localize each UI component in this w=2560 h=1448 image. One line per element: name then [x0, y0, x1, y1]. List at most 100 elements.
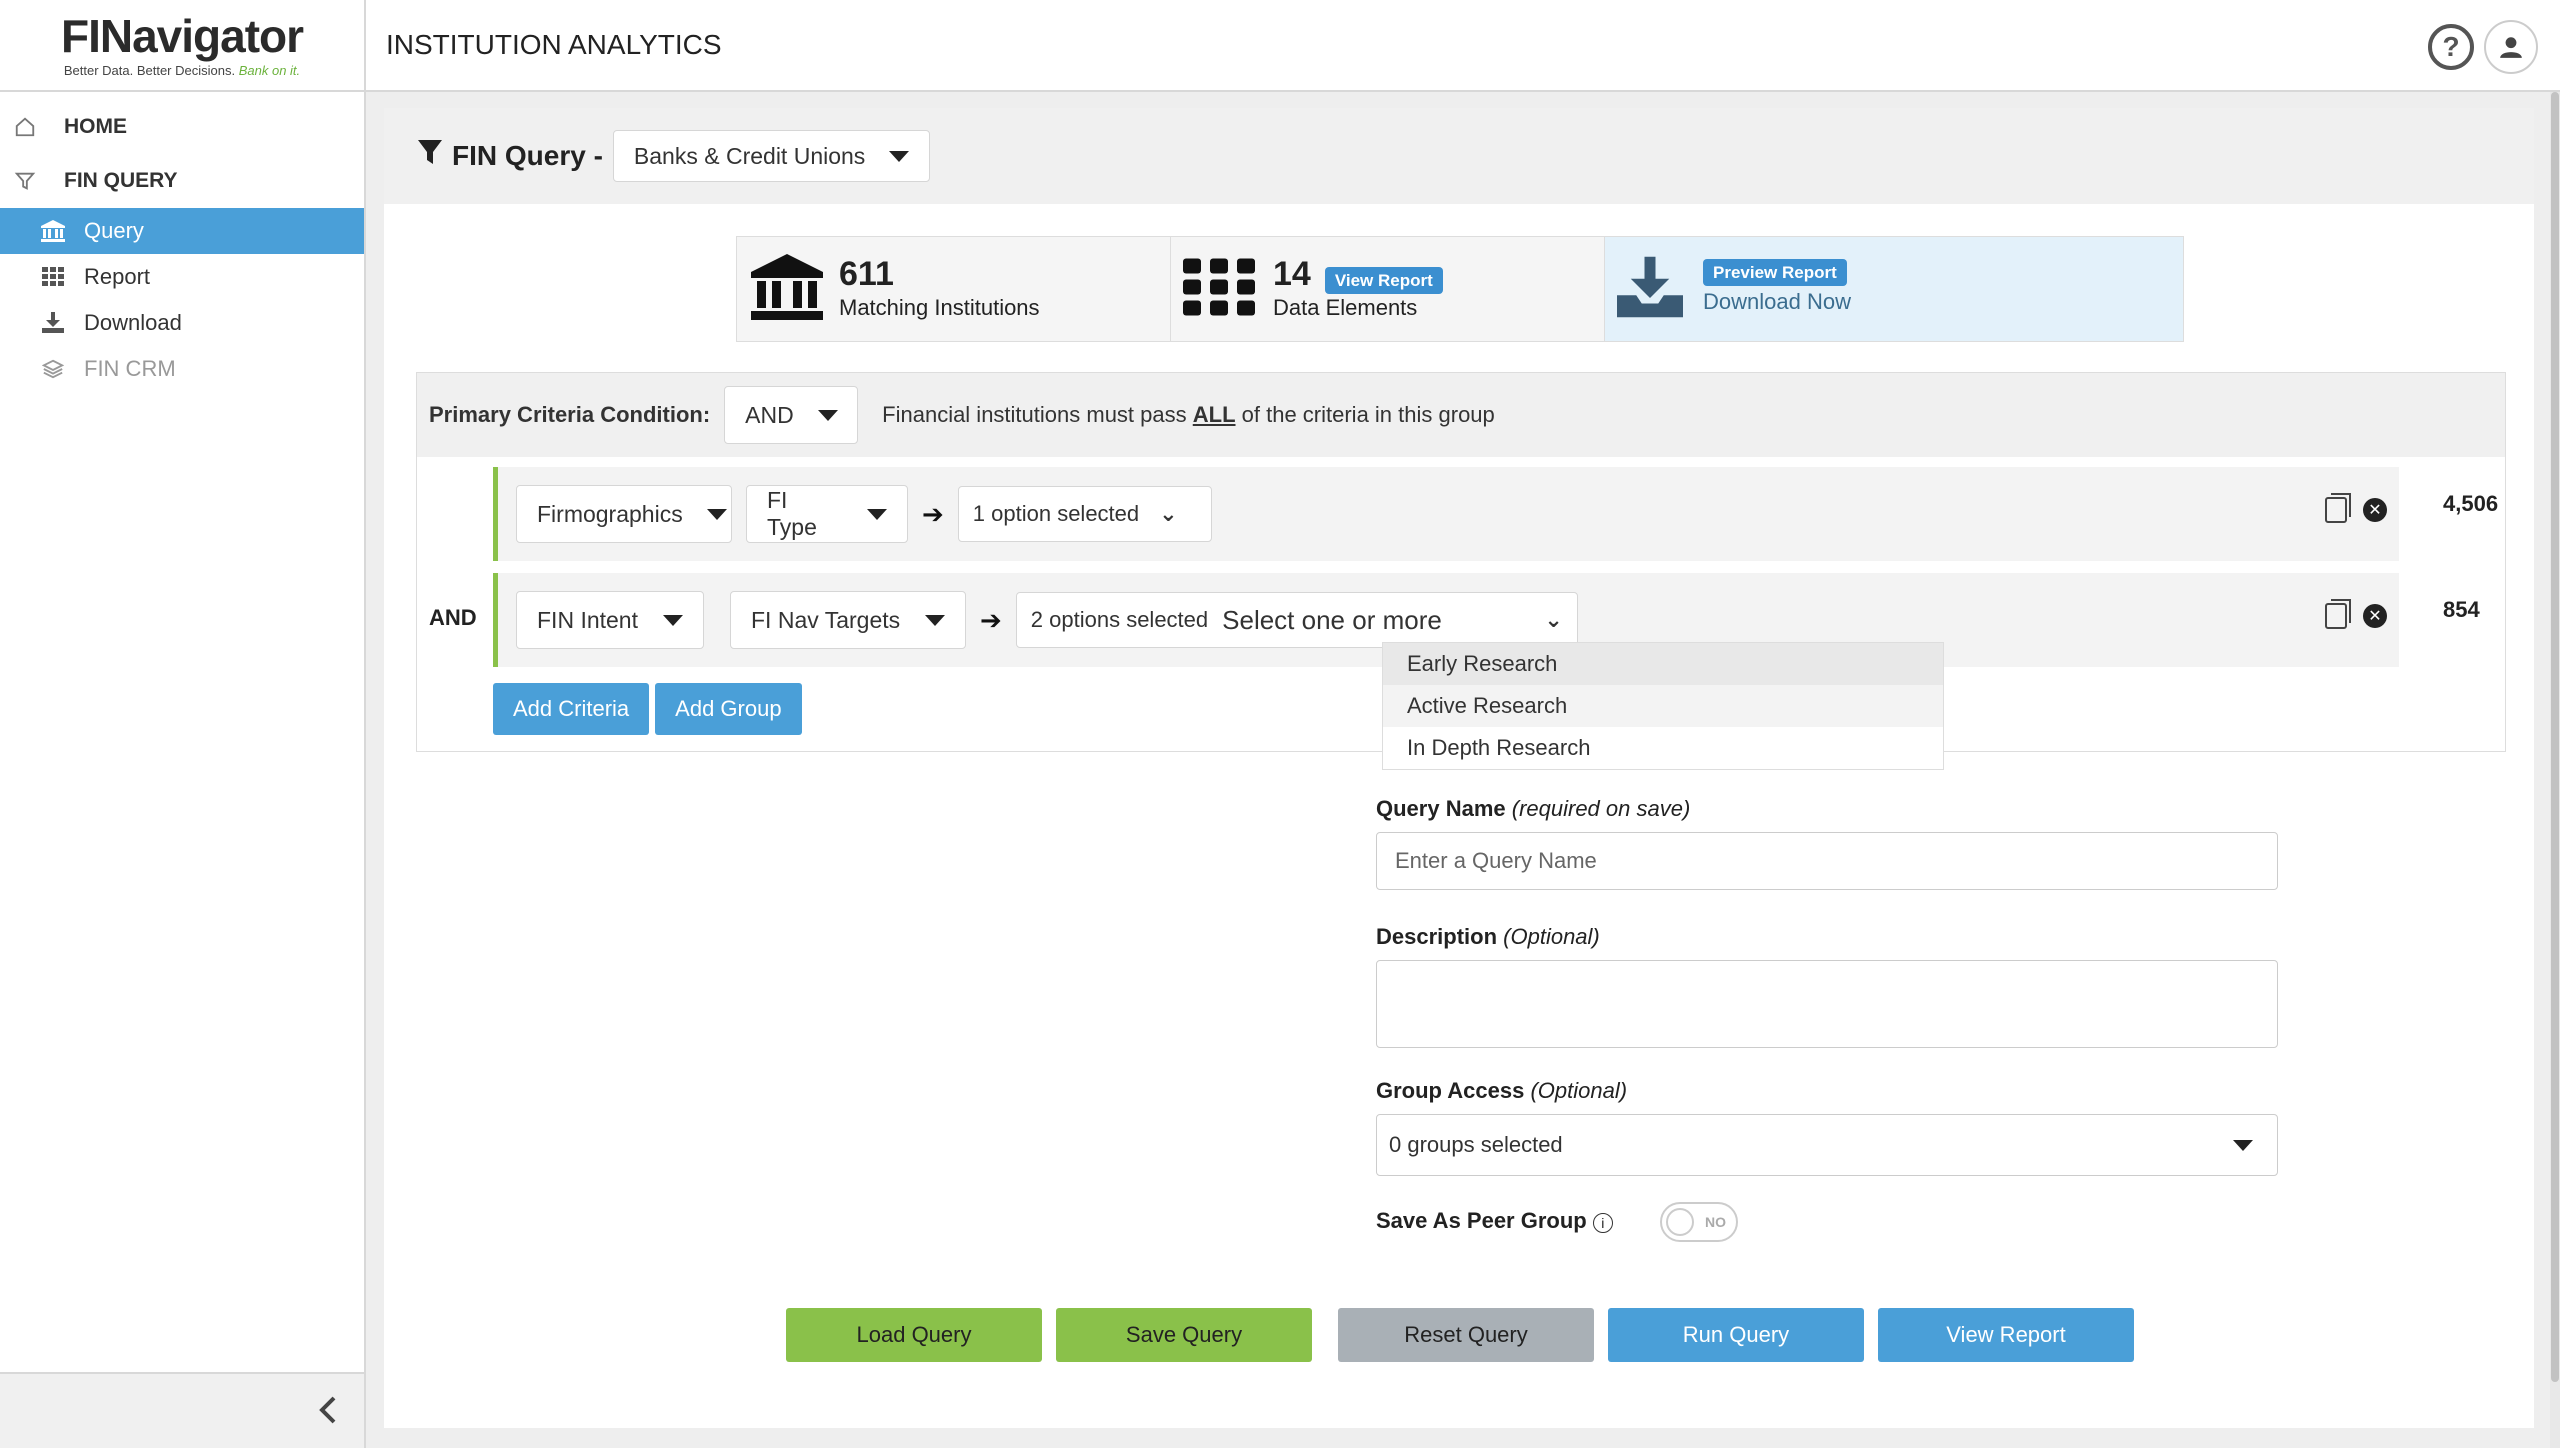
copy-icon[interactable]	[2325, 599, 2351, 629]
matching-count: 611	[839, 255, 894, 293]
field-select[interactable]: FI Type	[746, 485, 908, 543]
description-label: Description (Optional)	[1376, 924, 1600, 949]
sidebar-item-label: FIN CRM	[84, 356, 176, 381]
institution-icon	[751, 253, 823, 325]
scrollbar[interactable]	[2550, 92, 2560, 1448]
stat-elements: 14 View Report Data Elements	[1171, 237, 1605, 341]
grid-icon	[1183, 258, 1255, 321]
elements-label: Data Elements	[1273, 295, 1418, 320]
load-query-button[interactable]: Load Query	[786, 1308, 1042, 1362]
universe-select[interactable]: Banks & Credit Unions	[612, 130, 931, 182]
double-chevron-down-icon: ⌄	[1159, 501, 1178, 526]
sidebar-item-label: Download	[84, 310, 182, 335]
category-select[interactable]: FIN Intent	[516, 591, 704, 649]
grid-icon	[40, 264, 66, 290]
download-tray-icon	[1617, 256, 1683, 323]
add-criteria-button[interactable]: Add Criteria	[493, 683, 650, 735]
add-group-button[interactable]: Add Group	[655, 683, 802, 735]
scrollbar-thumb[interactable]	[2551, 92, 2559, 1382]
view-report-button[interactable]: View Report	[1878, 1308, 2134, 1362]
copy-icon[interactable]	[2325, 493, 2351, 523]
peer-group-toggle[interactable]: NO	[1660, 1202, 1738, 1242]
save-query-button[interactable]: Save Query	[1056, 1308, 1312, 1362]
arrow-right-icon: ➔	[922, 498, 944, 529]
page-title: INSTITUTION ANALYTICS	[386, 29, 722, 60]
info-icon[interactable]: i	[1592, 1213, 1613, 1233]
description-textarea[interactable]	[1376, 960, 2278, 1048]
query-name-input[interactable]: Enter a Query Name	[1376, 832, 2278, 890]
query-header: FIN Query - Banks & Credit Unions	[384, 108, 2534, 204]
filter-icon	[12, 168, 38, 194]
sidebar-item-query[interactable]: Query	[0, 208, 364, 254]
peer-group-label: Save As Peer Group i	[1376, 1208, 1613, 1234]
logo-suffix: Navigator	[99, 9, 304, 62]
caret-down-icon	[867, 508, 887, 520]
sidebar-item-label: Query	[84, 218, 144, 243]
preview-report-badge[interactable]: Preview Report	[1703, 259, 1847, 286]
caret-down-icon	[663, 614, 683, 626]
nav-fin-query-label: FIN QUERY	[64, 169, 178, 192]
reset-query-button[interactable]: Reset Query	[1338, 1308, 1594, 1362]
nav-fin-query[interactable]: FIN QUERY	[0, 154, 364, 208]
chevron-left-icon[interactable]	[318, 1396, 338, 1432]
multiselect-placeholder: Select one or more	[1222, 604, 1442, 635]
nav-home[interactable]: HOME	[0, 100, 364, 154]
filter-icon	[418, 139, 442, 173]
group-access-label: Group Access (Optional)	[1376, 1078, 1628, 1103]
arrow-right-icon: ➔	[980, 604, 1002, 635]
elements-count: 14	[1273, 255, 1311, 293]
matching-label: Matching Institutions	[839, 295, 1040, 320]
value-multiselect[interactable]: 2 options selected Select one or more ⌄	[1015, 592, 1578, 648]
row-count: 854	[2443, 597, 2480, 622]
and-label: AND	[429, 605, 477, 630]
primary-criteria-label: Primary Criteria Condition:	[429, 402, 711, 427]
caret-down-icon	[889, 150, 910, 162]
stats-bar: 611 Matching Institutions 14 View Report …	[736, 236, 2184, 342]
row-count: 4,506	[2443, 491, 2499, 516]
layers-icon	[40, 356, 66, 382]
caret-down-icon	[2233, 1139, 2253, 1151]
help-icon[interactable]: ?	[2428, 24, 2474, 70]
user-icon[interactable]	[2484, 20, 2538, 74]
universe-value: Banks & Credit Unions	[633, 142, 866, 169]
query-title: FIN Query -	[452, 140, 603, 171]
view-report-badge[interactable]: View Report	[1324, 266, 1443, 294]
condition-select[interactable]: AND	[724, 386, 859, 444]
caret-down-icon	[925, 614, 945, 626]
stat-download[interactable]: Preview Report Download Now	[1605, 237, 2183, 341]
home-icon	[12, 114, 38, 140]
group-access-select[interactable]: 0 groups selected	[1376, 1114, 2278, 1176]
sidebar-item-fin-crm[interactable]: FIN CRM	[0, 346, 364, 392]
nav-home-label: HOME	[64, 115, 127, 138]
dropdown-option[interactable]: Active Research	[1383, 685, 1943, 727]
remove-icon[interactable]: ✕	[2363, 498, 2387, 522]
sidebar-item-label: Report	[84, 264, 151, 289]
sidebar-item-report[interactable]: Report	[0, 254, 364, 300]
caret-down-icon	[706, 508, 727, 520]
sidebar-item-download[interactable]: Download	[0, 300, 364, 346]
criteria-header: Primary Criteria Condition: AND Financia…	[417, 373, 2505, 457]
criteria-row: Firmographics FI Type ➔ 1 option selecte…	[493, 467, 2399, 561]
double-chevron-up-icon: ⌄	[1544, 607, 1563, 632]
logo-prefix: FI	[60, 9, 101, 62]
dropdown-option[interactable]: In Depth Research	[1383, 727, 1943, 769]
sidebar-footer	[0, 1372, 364, 1448]
sidebar: FINavigator Better Data. Better Decision…	[0, 0, 366, 1448]
logo-tagline-accent: Bank on it.	[238, 62, 301, 78]
category-select[interactable]: Firmographics	[516, 485, 732, 543]
download-icon	[40, 310, 66, 336]
remove-icon[interactable]: ✕	[2363, 604, 2387, 628]
stat-matching: 611 Matching Institutions	[737, 237, 1171, 341]
dropdown-option[interactable]: Early Research	[1383, 643, 1943, 685]
value-multiselect[interactable]: 1 option selected ⌄	[957, 486, 1212, 542]
logo[interactable]: FINavigator Better Data. Better Decision…	[0, 0, 364, 92]
topbar: INSTITUTION ANALYTICS ?	[366, 0, 2560, 92]
field-select[interactable]: FI Nav Targets	[730, 591, 966, 649]
targets-dropdown-menu: Early Research Active Research In Depth …	[1382, 642, 1944, 770]
criteria-description: Financial institutions must pass ALL of …	[882, 402, 1495, 427]
caret-down-icon	[817, 409, 838, 421]
download-now-link[interactable]: Download Now	[1703, 289, 1851, 315]
logo-tagline: Better Data. Better Decisions.	[63, 62, 236, 78]
bank-icon	[40, 218, 66, 244]
run-query-button[interactable]: Run Query	[1608, 1308, 1864, 1362]
